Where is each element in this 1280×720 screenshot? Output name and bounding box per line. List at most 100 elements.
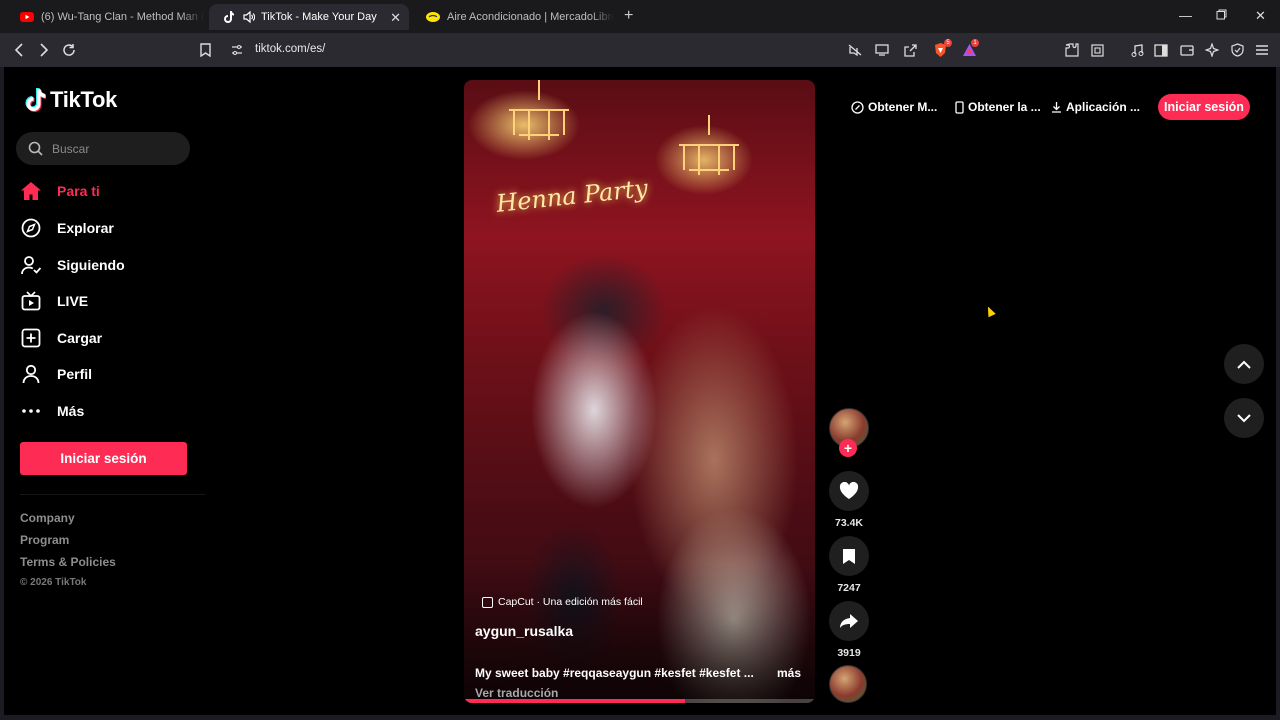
following-icon: [20, 254, 42, 276]
site-settings-icon[interactable]: [228, 41, 246, 59]
browser-toolbar: tiktok.com/es/ 5 1: [0, 33, 1280, 67]
tab-title: TikTok - Make Your Day: [261, 11, 377, 23]
tab-mercadolibre[interactable]: Aire Acondicionado | MercadoLibre: [414, 4, 614, 30]
menu-icon[interactable]: [1253, 41, 1271, 59]
share-count: 3919: [837, 647, 861, 659]
vpn-icon[interactable]: [1228, 41, 1246, 59]
search-box[interactable]: [16, 132, 190, 165]
share-icon[interactable]: [901, 41, 919, 59]
screenshot-icon[interactable]: [1088, 41, 1106, 59]
footer-link-company[interactable]: Company: [20, 511, 75, 525]
upload-icon: [20, 327, 42, 349]
phone-icon: [955, 100, 964, 114]
tab-youtube[interactable]: (6) Wu-Tang Clan - Method Man (Offi: [8, 4, 204, 30]
sidebar-login-button[interactable]: Iniciar sesión: [20, 442, 187, 475]
new-tab-button[interactable]: +: [624, 7, 633, 25]
like-button[interactable]: [829, 471, 869, 511]
music-disc[interactable]: [829, 665, 867, 703]
forward-icon[interactable]: [35, 41, 53, 59]
neon-sign: Henna Party: [494, 174, 650, 218]
heart-icon: [839, 482, 859, 499]
tiktok-icon: [221, 10, 235, 24]
more-button[interactable]: más: [777, 666, 801, 680]
share-arrow-icon: [840, 614, 858, 628]
sidebar-item-para-ti[interactable]: Para ti: [20, 177, 100, 205]
tab-strip: (6) Wu-Tang Clan - Method Man (Offi TikT…: [0, 0, 1280, 33]
desktop-app-link[interactable]: Aplicación ...: [1051, 97, 1140, 117]
footer-link-terms[interactable]: Terms & Policies: [20, 555, 116, 569]
mercadolibre-icon: [426, 10, 440, 24]
sidebar-item-mas[interactable]: Más: [20, 397, 84, 425]
sidebar-item-live[interactable]: LIVE: [20, 287, 88, 315]
tab-tiktok[interactable]: TikTok - Make Your Day ✕: [209, 4, 409, 30]
follow-button[interactable]: +: [839, 439, 857, 457]
video-progress-bar[interactable]: [464, 699, 815, 703]
capcut-icon: [482, 596, 493, 608]
translate-button[interactable]: Ver traducción: [475, 686, 558, 700]
tiktok-note-icon: [25, 88, 46, 112]
shield-count-badge: 5: [944, 39, 952, 47]
page-viewport: TikTok Para ti Explorar Siguiendo: [4, 67, 1276, 715]
sidebar-item-label: Siguiendo: [57, 257, 125, 273]
browser-window: (6) Wu-Tang Clan - Method Man (Offi TikT…: [0, 0, 1280, 720]
copyright: © 2026 TikTok: [20, 577, 87, 588]
minimize-icon[interactable]: —: [1179, 8, 1192, 23]
share-button[interactable]: [829, 601, 869, 641]
chevron-down-icon: [1237, 413, 1251, 422]
cast-icon[interactable]: [873, 41, 891, 59]
sidebar-divider: [20, 494, 206, 495]
home-icon: [20, 180, 42, 202]
video-author[interactable]: aygun_rusalka: [475, 623, 573, 639]
bookmark-icon[interactable]: [196, 41, 214, 59]
sidebar-item-label: Más: [57, 403, 85, 419]
speaker-icon[interactable]: [242, 10, 256, 24]
youtube-icon: [20, 10, 34, 24]
video-progress-fill: [464, 699, 686, 703]
previous-video-button[interactable]: [1224, 344, 1264, 384]
save-button[interactable]: [829, 536, 869, 576]
extensions-icon[interactable]: [1063, 41, 1081, 59]
rewards-badge: 1: [971, 39, 979, 47]
address-bar[interactable]: tiktok.com/es/: [255, 43, 325, 55]
leo-ai-icon[interactable]: [1203, 41, 1221, 59]
chandelier-right: [679, 115, 739, 175]
video-description: My sweet baby #reqqaseaygun #kesfet #kes…: [475, 666, 754, 680]
wallet-icon[interactable]: [1178, 41, 1196, 59]
compass-icon: [20, 217, 42, 239]
sidebar-item-label: Perfil: [57, 366, 93, 382]
music-icon[interactable]: [1128, 41, 1146, 59]
header-login-button[interactable]: Iniciar sesión: [1158, 94, 1250, 120]
mouse-cursor: [984, 304, 996, 318]
maximize-icon[interactable]: [1216, 8, 1227, 23]
sidebar-item-perfil[interactable]: Perfil: [20, 360, 92, 388]
chevron-up-icon: [1237, 360, 1251, 369]
next-video-button[interactable]: [1224, 398, 1264, 438]
get-coins-link[interactable]: Obtener M...: [851, 97, 937, 117]
search-input[interactable]: [52, 141, 172, 156]
download-icon: [1051, 101, 1062, 113]
sidebar-toggle-icon[interactable]: [1152, 41, 1170, 59]
brand-name: TikTok: [50, 87, 118, 112]
sidebar-item-label: LIVE: [57, 293, 89, 309]
video-player[interactable]: Henna Party CapCut · Una edición más fác…: [464, 80, 815, 703]
bookmark-icon: [843, 548, 855, 564]
sidebar-item-label: Para ti: [57, 183, 100, 199]
reload-icon[interactable]: [60, 41, 78, 59]
media-off-icon[interactable]: [846, 41, 864, 59]
footer-link-program[interactable]: Program: [20, 533, 69, 547]
close-tab-icon[interactable]: ✕: [390, 10, 401, 26]
sidebar-item-siguiendo[interactable]: Siguiendo: [20, 251, 125, 279]
sidebar-item-explorar[interactable]: Explorar: [20, 214, 114, 242]
save-count: 7247: [837, 582, 861, 594]
get-app-link[interactable]: Obtener la ...: [955, 97, 1041, 117]
capcut-label[interactable]: CapCut · Una edición más fácil: [482, 596, 643, 608]
profile-icon: [20, 363, 42, 385]
tiktok-logo[interactable]: TikTok: [24, 87, 117, 113]
sidebar-item-cargar[interactable]: Cargar: [20, 324, 102, 352]
back-icon[interactable]: [10, 41, 28, 59]
like-count: 73.4K: [834, 517, 864, 529]
sidebar-item-label: Cargar: [57, 330, 103, 346]
close-window-icon[interactable]: ✕: [1255, 8, 1266, 24]
search-icon: [28, 141, 43, 156]
sidebar-item-label: Explorar: [57, 220, 114, 236]
